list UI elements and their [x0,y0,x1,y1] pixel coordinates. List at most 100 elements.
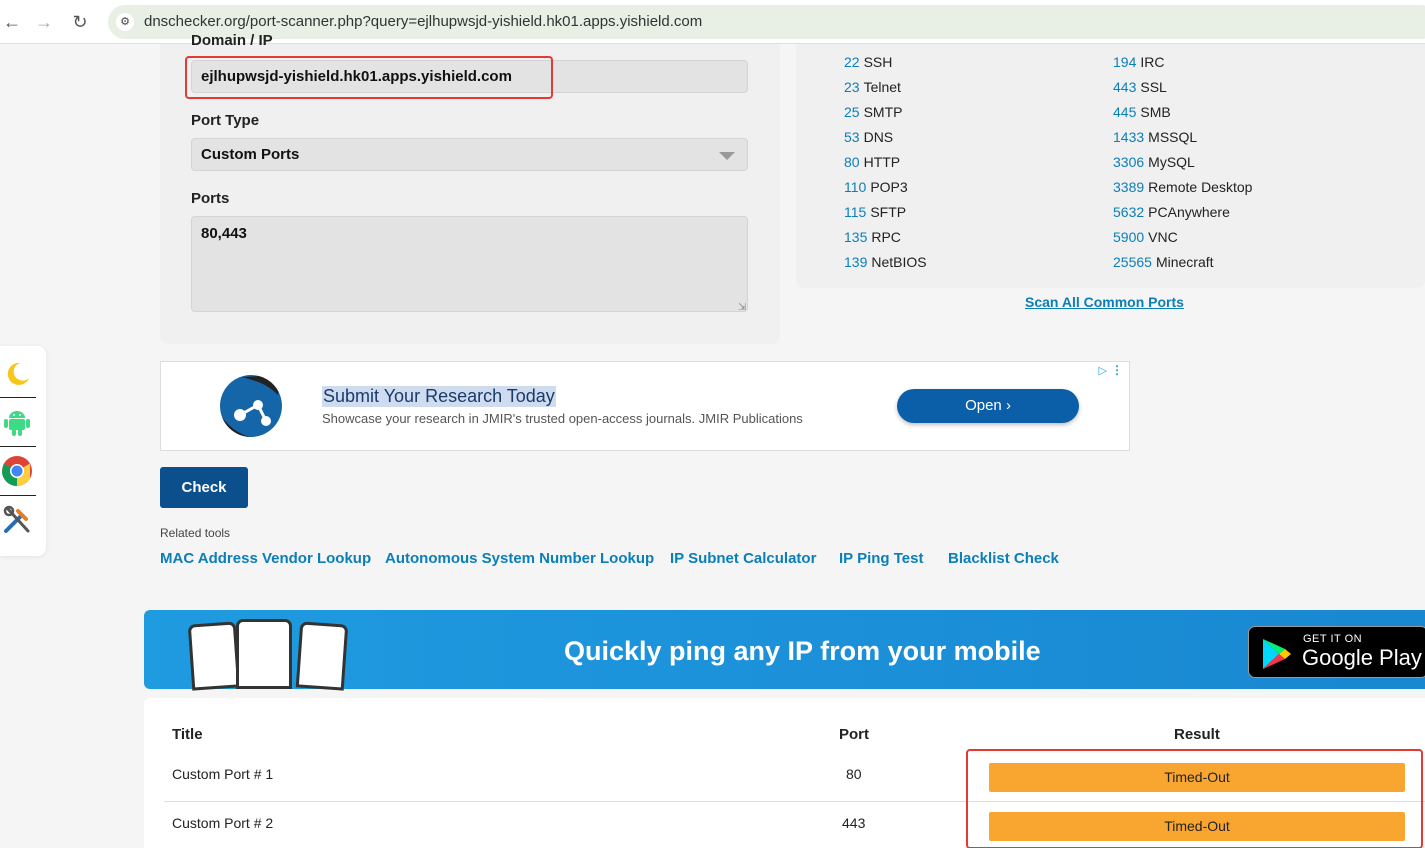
port-list-item: 3306 MySQL [1113,154,1195,170]
port-list-item: 1433 MSSQL [1113,129,1197,145]
phone-mockup [187,621,241,691]
port-service-name: SMTP [863,104,903,120]
port-number[interactable]: 194 [1113,54,1136,70]
related-link-asn[interactable]: Autonomous System Number Lookup [385,550,654,567]
port-number[interactable]: 3389 [1113,179,1144,195]
related-link-mac-vendor[interactable]: MAC Address Vendor Lookup [160,550,371,567]
tools-icon[interactable] [0,496,34,544]
port-type-value: Custom Ports [201,146,300,163]
store-small-text: GET IT ON [1303,633,1363,645]
google-play-badge[interactable]: GET IT ON Google Play [1248,626,1425,678]
google-play-icon [1263,639,1291,669]
port-number[interactable]: 139 [844,254,867,270]
related-link-ping[interactable]: IP Ping Test [839,550,923,567]
port-number[interactable]: 443 [1113,79,1136,95]
results-table: Title Port Result Custom Port # 1 80 Tim… [144,698,1425,848]
port-service-name: RPC [871,229,901,245]
port-number[interactable]: 25565 [1113,254,1152,270]
row2-port: 443 [842,815,866,831]
chevron-down-icon [719,152,735,160]
port-service-name: PCAnywhere [1148,204,1230,220]
banner-text: Quickly ping any IP from your mobile [564,636,1041,666]
url-text[interactable]: dnschecker.org/port-scanner.php?query=ej… [144,13,702,30]
port-type-label: Port Type [191,112,260,129]
scanner-form: Domain / IP ejlhupwsjd-yishield.hk01.app… [160,32,780,344]
ports-label: Ports [191,190,230,207]
chrome-icon[interactable] [0,447,34,495]
ports-textarea[interactable]: 80,443 [191,216,748,312]
related-link-subnet[interactable]: IP Subnet Calculator [670,550,816,567]
back-icon[interactable]: ← [0,10,24,34]
port-type-select[interactable]: Custom Ports [191,138,748,171]
highlight-box [185,56,553,99]
adchoices-icon[interactable]: ▷ [1099,364,1107,377]
port-list-item: 115 SFTP [844,204,906,220]
port-service-name: DNS [863,129,894,145]
side-toolbar [0,346,46,556]
port-service-name: SMB [1140,104,1171,120]
port-service-name: Remote Desktop [1148,179,1253,195]
port-number[interactable]: 5632 [1113,204,1144,220]
phone-mockup [295,621,349,691]
port-service-name: IRC [1140,54,1165,70]
reload-icon[interactable]: ↻ [68,10,92,34]
port-service-name: VNC [1148,229,1178,245]
port-list-item: 194 IRC [1113,54,1164,70]
address-bar[interactable]: ⚙ dnschecker.org/port-scanner.php?query=… [108,5,1425,39]
port-service-name: MySQL [1148,154,1195,170]
port-number[interactable]: 135 [844,229,867,245]
port-list-item: 110 POP3 [844,179,908,195]
port-number[interactable]: 80 [844,154,860,170]
port-list-item: 80 HTTP [844,154,900,170]
port-number[interactable]: 110 [844,179,866,195]
ad-description: Showcase your research in JMIR's trusted… [322,411,803,426]
port-service-name: Telnet [863,79,901,95]
ad-open-button[interactable]: Open › [897,389,1079,423]
more-options-icon[interactable]: ⋮ [1111,363,1123,377]
port-list-item: 5900 VNC [1113,229,1178,245]
port-list-item: 22 SSH [844,54,892,70]
domain-label: Domain / IP [191,32,273,49]
site-settings-icon[interactable]: ⚙ [116,13,134,31]
port-list-item: 135 RPC [844,229,901,245]
phone-mockup [236,619,292,689]
port-number[interactable]: 23 [844,79,860,95]
port-list-item: 25 SMTP [844,104,902,120]
port-service-name: SSL [1140,79,1167,95]
header-result: Result [1174,726,1220,743]
header-title: Title [172,726,203,743]
port-number[interactable]: 53 [844,129,860,145]
port-service-name: SFTP [870,204,907,220]
android-icon[interactable] [0,398,34,446]
mobile-app-banner[interactable]: Quickly ping any IP from your mobile GET… [144,610,1425,691]
check-button[interactable]: Check [160,467,248,508]
forward-icon[interactable]: → [32,10,56,34]
header-port: Port [839,726,869,743]
port-list-item: 443 SSL [1113,79,1167,95]
port-number[interactable]: 115 [844,204,866,220]
port-list-item: 23 Telnet [844,79,901,95]
ad-open-label: Open [965,397,1002,414]
port-list-item: 25565 Minecraft [1113,254,1214,270]
port-number[interactable]: 445 [1113,104,1136,120]
row1-title: Custom Port # 1 [172,766,274,782]
related-link-blacklist[interactable]: Blacklist Check [948,550,1059,567]
chevron-right-icon: › [1005,397,1011,414]
port-list-item: 5632 PCAnywhere [1113,204,1230,220]
port-number[interactable]: 22 [844,54,860,70]
scan-all-ports-link[interactable]: Scan All Common Ports [1025,294,1184,310]
common-ports-card: 22 SSH 23 Telnet 25 SMTP 53 DNS 80 HTTP 110 POP3 115… [796,44,1425,288]
moon-icon[interactable] [0,350,34,398]
port-number[interactable]: 5900 [1113,229,1144,245]
related-tools-label: Related tools [160,526,231,540]
port-list-item: 445 SMB [1113,104,1171,120]
port-service-name: Minecraft [1155,254,1214,270]
ad-title[interactable]: Submit Your Research Today [322,386,556,407]
port-number[interactable]: 25 [844,104,860,120]
port-number[interactable]: 3306 [1113,154,1144,170]
store-big-text: Google Play [1302,645,1422,670]
port-number[interactable]: 1433 [1113,129,1144,145]
ad-banner[interactable]: Submit Your Research Today Showcase your… [160,361,1130,451]
ad-logo [220,375,282,437]
resize-handle-icon[interactable]: ⇲ [738,302,746,313]
